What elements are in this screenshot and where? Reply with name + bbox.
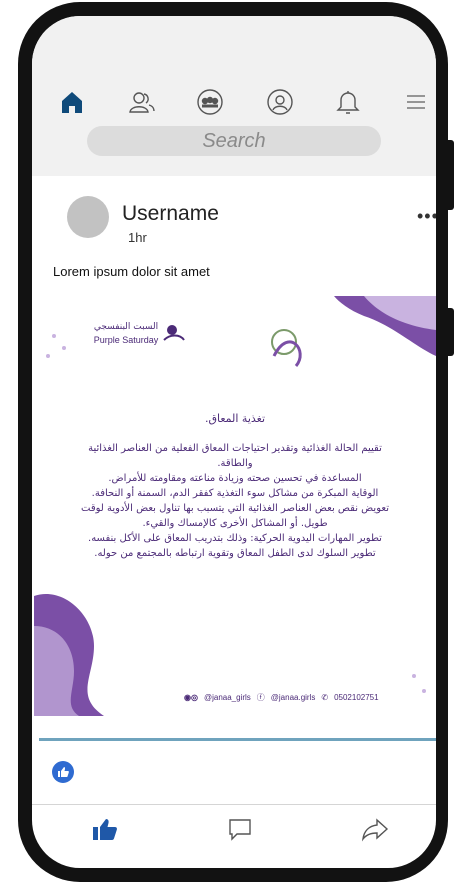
flyer-line: تطوير المهارات اليدوية الحركية: وذلك بتد… <box>88 533 382 544</box>
like-reaction-icon[interactable] <box>52 761 74 783</box>
phone-icon: ✆ <box>321 693 329 702</box>
flyer-line: تطوير السلوك لدى الطفل المعاق وتقوية ارت… <box>94 548 376 559</box>
profile-icon[interactable] <box>262 84 298 120</box>
facebook-icon: ⓕ <box>256 693 265 702</box>
bell-icon[interactable] <box>330 84 366 120</box>
social-handle-2: @janaa.girls <box>270 693 316 702</box>
like-icon[interactable] <box>87 811 123 847</box>
post-username[interactable]: Username <box>122 202 219 226</box>
flyer-line: طويل. أو المشاكل الأخرى كالإمساك والقيء. <box>142 518 328 529</box>
flyer-line: تعويض نقص بعض العناصر الغذائية التي يتسب… <box>81 503 389 514</box>
more-options-button[interactable]: ••• <box>417 206 436 227</box>
phone-side-button-2 <box>448 308 454 356</box>
post-time: 1hr <box>128 230 147 245</box>
home-icon[interactable] <box>54 84 90 120</box>
comment-icon[interactable] <box>222 811 258 847</box>
menu-icon[interactable] <box>398 84 434 120</box>
flyer-line: المساعدة في تحسين صحته وزيادة مناعته ومق… <box>108 473 362 484</box>
flyer-line: والطاقة. <box>217 458 253 469</box>
flyer-line: تقييم الحالة الغذائية وتقدير احتياجات ال… <box>88 443 382 454</box>
post-image[interactable]: السبت البنفسجي Purple Saturday تغذية الم… <box>34 296 436 716</box>
app-screen: Search Username 1hr ••• Lorem ipsum dolo… <box>32 16 436 868</box>
nav-bar <box>32 84 436 124</box>
top-bar: Search <box>32 16 436 176</box>
search-placeholder: Search <box>202 129 266 152</box>
logo-left-ar: السبت البنفسجي <box>93 322 159 332</box>
image-bottom-strip <box>39 716 436 741</box>
search-input[interactable]: Search <box>87 126 381 156</box>
share-icon[interactable] <box>357 811 393 847</box>
logo-left-en: Purple Saturday <box>93 335 159 345</box>
social-icons: ◉◎ <box>184 693 198 702</box>
social-handle-1: @janaa_girls <box>203 693 251 702</box>
avatar[interactable] <box>67 196 109 238</box>
flyer-body: تقييم الحالة الغذائية وتقدير احتياجات ال… <box>54 441 416 561</box>
phone-side-button <box>448 140 454 210</box>
flyer-title: تغذية المعاق. <box>204 412 266 425</box>
phone-number: 0502102751 <box>334 693 379 702</box>
friends-icon[interactable] <box>124 84 160 120</box>
groups-icon[interactable] <box>192 84 228 120</box>
flyer-line: الوقاية المبكرة من مشاكل سوء التغذية كفق… <box>91 488 379 499</box>
post-divider <box>32 804 436 805</box>
flyer-footer: ◉◎ @janaa_girls ⓕ @janaa.girls ✆ 0502102… <box>184 692 429 703</box>
post-caption: Lorem ipsum dolor sit amet <box>53 264 210 279</box>
